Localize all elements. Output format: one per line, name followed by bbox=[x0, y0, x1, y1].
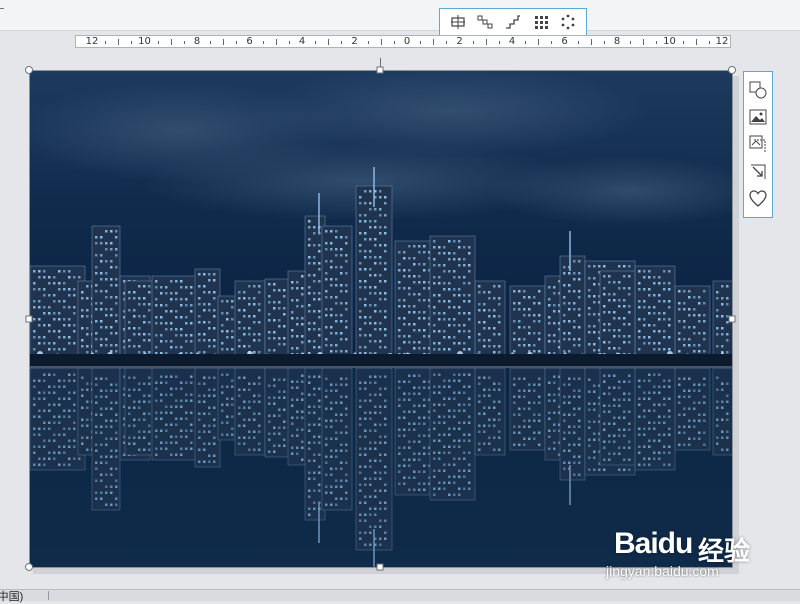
status-bar: (中国) bbox=[0, 588, 800, 604]
ruler-tick bbox=[341, 41, 343, 44]
ruler-label: 0 bbox=[403, 36, 411, 47]
ruler-tick bbox=[485, 39, 487, 45]
ruler-tick bbox=[577, 41, 579, 44]
ruler-tick bbox=[288, 41, 290, 44]
resize-handle-top[interactable] bbox=[376, 66, 384, 74]
ruler-tick bbox=[656, 41, 658, 44]
horizontal-ruler[interactable]: 12 10 8 6 4 2 0 2 4 6 8 10 12 bbox=[75, 35, 731, 48]
ruler-tick bbox=[603, 41, 605, 44]
ruler-tick bbox=[538, 39, 540, 45]
resize-handle-left[interactable] bbox=[25, 315, 33, 323]
ruler-label: 4 bbox=[508, 36, 516, 47]
crop-icon[interactable] bbox=[747, 133, 769, 155]
language-indicator[interactable]: (中国) bbox=[0, 588, 23, 604]
step-up-icon[interactable] bbox=[503, 12, 523, 32]
ruler-tick bbox=[367, 41, 369, 44]
skyline-image bbox=[30, 71, 732, 567]
ruler-tick bbox=[118, 39, 120, 45]
ruler-tick bbox=[236, 41, 238, 44]
ruler-label: 4 bbox=[298, 36, 306, 47]
resize-icon[interactable] bbox=[747, 161, 769, 183]
ruler-tick bbox=[420, 41, 422, 44]
resize-handle-top-right[interactable] bbox=[728, 66, 736, 74]
ruler-tick bbox=[551, 41, 553, 44]
city-night-photo[interactable] bbox=[29, 70, 733, 568]
ruler-tick bbox=[315, 41, 317, 44]
ruler-label: 6 bbox=[561, 36, 568, 47]
ruler-tick bbox=[131, 41, 133, 44]
grid-icon[interactable] bbox=[531, 12, 551, 32]
ruler-tick bbox=[223, 39, 225, 45]
ruler-tick bbox=[446, 41, 448, 44]
ruler-tick bbox=[157, 41, 159, 44]
ruler-tick bbox=[275, 39, 277, 45]
resize-handle-bottom[interactable] bbox=[376, 563, 384, 571]
ruler-tick bbox=[525, 41, 527, 44]
align-center-icon[interactable] bbox=[448, 12, 468, 32]
ruler-label: 12 bbox=[85, 36, 99, 47]
ruler-tick bbox=[498, 41, 500, 44]
ruler-label: 2 bbox=[456, 36, 463, 47]
ruler-label: 6 bbox=[246, 36, 253, 47]
ruler-label: 8 bbox=[613, 36, 621, 47]
ruler-tick bbox=[590, 39, 592, 45]
ruler-tick bbox=[695, 39, 697, 45]
ruler-tick bbox=[472, 41, 474, 44]
circle-dots-icon[interactable] bbox=[558, 12, 578, 32]
ruler-tick bbox=[630, 41, 632, 44]
ruler-tick bbox=[328, 39, 330, 45]
heart-icon[interactable] bbox=[747, 188, 769, 210]
watermark-url: jingyan.baidu.com bbox=[606, 563, 719, 579]
ruler-tick bbox=[105, 41, 107, 44]
picture-side-panel bbox=[743, 71, 773, 218]
top-toolbar-strip bbox=[0, 0, 800, 31]
toolbar-tick bbox=[0, 8, 4, 9]
ruler-tick bbox=[682, 41, 684, 44]
ruler-label: 8 bbox=[193, 36, 201, 47]
resize-handle-bottom-left[interactable] bbox=[25, 563, 33, 571]
ruler-tick bbox=[643, 39, 645, 45]
ruler-tick bbox=[183, 41, 185, 44]
watermark-logo: Baidu bbox=[614, 527, 693, 560]
step-down-icon[interactable] bbox=[475, 12, 495, 32]
ruler-label: 12 bbox=[715, 36, 729, 47]
resize-handle-top-left[interactable] bbox=[25, 66, 33, 74]
status-separator bbox=[48, 591, 49, 600]
ruler-tick bbox=[708, 41, 710, 44]
ruler-tick bbox=[210, 41, 212, 44]
resize-handle-right[interactable] bbox=[728, 315, 736, 323]
baidu-watermark: Baidu 经验 jingyan.baidu.com bbox=[606, 515, 762, 581]
ruler-tick bbox=[170, 39, 172, 45]
shape-icon[interactable] bbox=[747, 79, 769, 101]
floating-align-toolbar bbox=[439, 8, 587, 41]
ruler-tick bbox=[380, 39, 382, 45]
ruler-label: 10 bbox=[138, 36, 151, 47]
ruler-tick bbox=[393, 41, 395, 44]
ruler-label: 2 bbox=[351, 36, 358, 47]
ruler-label: 10 bbox=[663, 36, 676, 47]
ruler-tick bbox=[262, 41, 264, 44]
ruler-tick bbox=[433, 39, 435, 45]
picture-icon[interactable] bbox=[747, 106, 769, 128]
